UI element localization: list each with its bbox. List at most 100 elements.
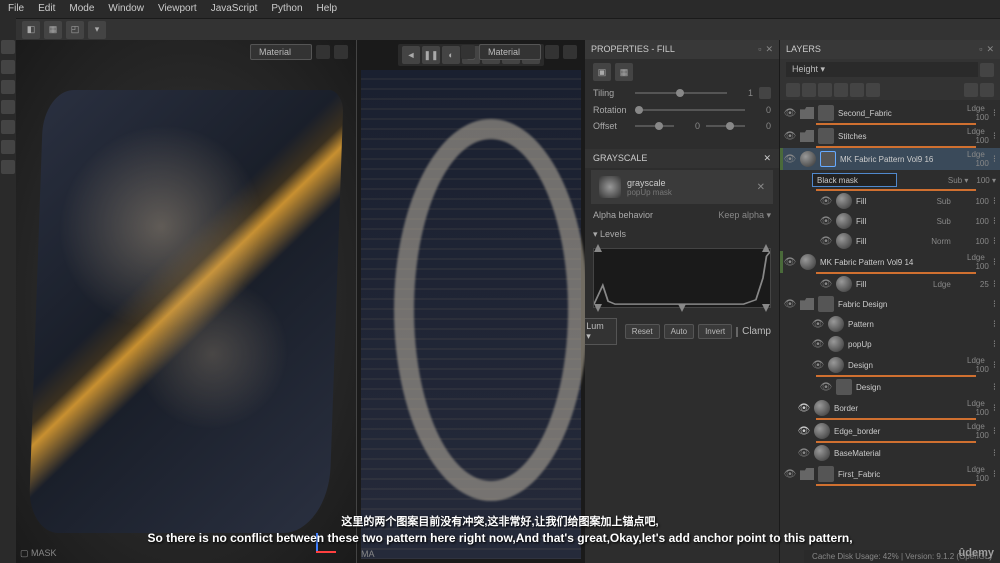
visibility-toggle[interactable]: 👁	[820, 195, 832, 207]
layer-opacity[interactable]: 25	[959, 280, 989, 289]
layer-menu-icon[interactable]: ⁝	[993, 403, 996, 414]
menu-mode[interactable]: Mode	[69, 3, 94, 15]
visibility-toggle[interactable]: 👁	[820, 235, 832, 247]
layer-config-icon[interactable]	[980, 83, 994, 97]
layer-menu-icon[interactable]: ⁝	[993, 257, 996, 268]
layer-name[interactable]: Fill	[856, 280, 925, 289]
layer-name[interactable]: MK Fabric Pattern Vol9 16	[840, 155, 955, 164]
layer-mode[interactable]: Ldge	[959, 150, 989, 159]
tool-projection[interactable]	[1, 80, 15, 94]
layer-menu-icon[interactable]: ⁝	[993, 154, 996, 165]
layer-name[interactable]: Fabric Design	[838, 300, 989, 309]
layer-opacity[interactable]: 100	[959, 262, 989, 271]
layer-row-15[interactable]: 👁 BaseMaterial ⁝	[780, 443, 1000, 463]
fill-projection-icon[interactable]: ▣	[593, 63, 611, 81]
layer-row-3[interactable]: 👁FillSub100⁝	[780, 191, 1000, 211]
delete-layer-icon[interactable]	[964, 83, 978, 97]
layer-mode[interactable]: Ldge	[959, 356, 989, 365]
layer-mode[interactable]: Ldge	[959, 127, 989, 136]
layer-opacity[interactable]: 100	[959, 365, 989, 374]
fill-uv-icon[interactable]: ▦	[615, 63, 633, 81]
tool-smudge[interactable]	[1, 120, 15, 134]
rotation-slider[interactable]	[635, 109, 745, 111]
menu-window[interactable]: Window	[108, 3, 144, 15]
offset-x-value[interactable]: 0	[680, 121, 700, 131]
layer-opacity[interactable]: 100	[959, 474, 989, 483]
level-out-high[interactable]	[762, 304, 770, 312]
layer-row-11[interactable]: 👁DesignLdge100⁝	[780, 354, 1000, 376]
vp-settings-icon[interactable]	[316, 45, 330, 59]
close-section-icon[interactable]: ✕	[763, 153, 771, 164]
layer-menu-icon[interactable]: ⁝	[993, 279, 996, 290]
material-mode-2d-dropdown[interactable]: Material	[479, 44, 541, 60]
layer-name[interactable]: BaseMaterial	[834, 449, 989, 458]
mask-thumbnail[interactable]	[820, 151, 836, 167]
layer-menu-icon[interactable]: ⁝	[993, 131, 996, 142]
layer-row-4[interactable]: 👁FillSub100⁝	[780, 211, 1000, 231]
layer-menu-icon[interactable]: ⁝	[993, 448, 996, 459]
layer-name[interactable]: MK Fabric Pattern Vol9 14	[820, 258, 955, 267]
rotation-value[interactable]: 0	[751, 105, 771, 115]
toolbar-dropdown-icon[interactable]: ▾	[88, 21, 106, 39]
layer-menu-icon[interactable]: ⁝	[993, 299, 996, 310]
channel-dropdown[interactable]: Height ▾	[786, 62, 978, 77]
layer-name[interactable]: Stitches	[838, 132, 955, 141]
grayscale-source[interactable]: grayscale popUp mask ✕	[591, 170, 773, 204]
toolbar-grid-icon[interactable]: ▦	[44, 21, 62, 39]
layer-opacity[interactable]: 100	[959, 197, 989, 206]
layer-opacity[interactable]: 100	[959, 408, 989, 417]
tool-fill[interactable]	[1, 100, 15, 114]
vp2d-settings-icon[interactable]	[545, 45, 559, 59]
layer-name[interactable]: Border	[834, 404, 955, 413]
layer-row-6[interactable]: 👁MK Fabric Pattern Vol9 14Ldge100⁝	[780, 251, 1000, 273]
layer-row-9[interactable]: 👁Pattern⁝	[780, 314, 1000, 334]
layer-name[interactable]: Fill	[856, 217, 929, 226]
layer-row-5[interactable]: 👁FillNorm100⁝	[780, 231, 1000, 251]
reset-button[interactable]: Reset	[625, 324, 660, 339]
add-effect-icon[interactable]	[818, 83, 832, 97]
layer-name[interactable]: Fill	[856, 237, 923, 246]
auto-button[interactable]: Auto	[664, 324, 694, 339]
layer-row-14[interactable]: 👁Edge_borderLdge100⁝	[780, 420, 1000, 442]
menu-help[interactable]: Help	[317, 3, 338, 15]
tool-brush[interactable]	[1, 40, 15, 54]
mask-opacity[interactable]: 100 ▾	[976, 176, 996, 185]
menu-viewport[interactable]: Viewport	[158, 3, 197, 15]
vp2d-grid-icon[interactable]	[461, 45, 475, 59]
layer-mode[interactable]: Ldge	[959, 399, 989, 408]
visibility-toggle[interactable]: 👁	[784, 468, 796, 480]
levels-label[interactable]: ▾ Levels	[593, 229, 626, 240]
tool-eraser[interactable]	[1, 60, 15, 74]
add-smart-icon[interactable]	[850, 83, 864, 97]
layer-opacity[interactable]: 100	[959, 159, 989, 168]
toolbar-home-icon[interactable]: ◧	[22, 21, 40, 39]
visibility-toggle[interactable]: 👁	[798, 447, 810, 459]
tool-material[interactable]	[1, 160, 15, 174]
mask-name-input[interactable]	[812, 173, 897, 187]
visibility-toggle[interactable]: 👁	[820, 215, 832, 227]
material-mode-dropdown[interactable]: Material	[250, 44, 312, 60]
layer-row-13[interactable]: 👁BorderLdge100⁝	[780, 397, 1000, 419]
vp2d-perspective-icon[interactable]: ◄	[402, 46, 420, 64]
layer-menu-icon[interactable]: ⁝	[993, 216, 996, 227]
layer-mode[interactable]: Ldge	[959, 422, 989, 431]
layer-menu-icon[interactable]: ⁝	[993, 469, 996, 480]
vp-camera-icon[interactable]	[334, 45, 348, 59]
layer-name[interactable]: Fill	[856, 197, 929, 206]
tool-clone[interactable]	[1, 140, 15, 154]
layers-close-icon[interactable]: ✕	[986, 44, 994, 55]
visibility-toggle[interactable]: 👁	[784, 298, 796, 310]
viewport-2d[interactable]: ◄ ❚❚ ◐ ▦ ● ✎ 📷 Material MA	[356, 40, 585, 563]
toolbar-cube-icon[interactable]: ◰	[66, 21, 84, 39]
panel-close-icon[interactable]: ✕	[765, 44, 773, 55]
layer-menu-icon[interactable]: ⁝	[993, 426, 996, 437]
vp2d-light-icon[interactable]: ◐	[442, 46, 460, 64]
grayscale-header[interactable]: GRAYSCALE ✕	[585, 149, 779, 168]
level-gamma[interactable]	[678, 304, 686, 312]
add-mask-icon[interactable]	[802, 83, 816, 97]
level-in-high[interactable]	[762, 244, 770, 252]
tiling-value[interactable]: 1	[733, 88, 753, 98]
layer-menu-icon[interactable]: ⁝	[993, 382, 996, 393]
visibility-toggle[interactable]: 👁	[784, 130, 796, 142]
layer-mode[interactable]: Ldge	[959, 104, 989, 113]
